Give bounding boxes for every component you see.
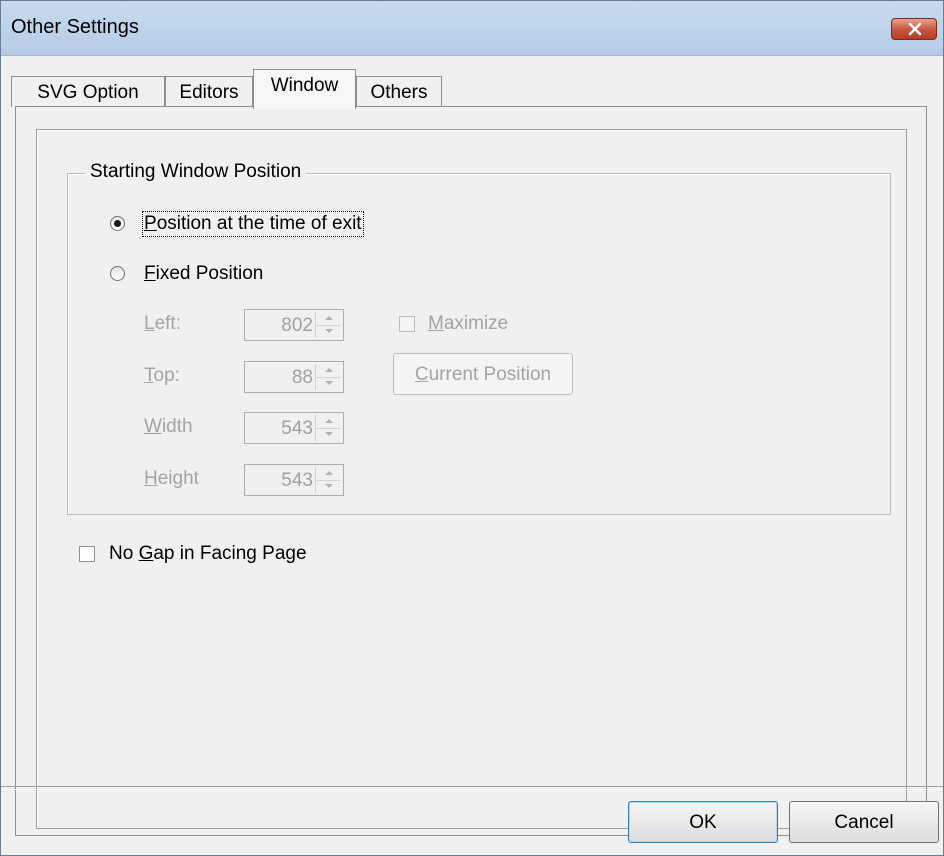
- label-rest: ixed Position: [155, 263, 264, 284]
- label-rest: idth: [161, 416, 193, 437]
- mnemonic-c: C: [414, 364, 429, 385]
- mnemonic-g: G: [138, 543, 154, 564]
- maximize-label: Maximize: [428, 313, 508, 335]
- mnemonic-t: T: [144, 365, 154, 386]
- window-title: Other Settings: [11, 16, 139, 38]
- label-rest: op:: [153, 365, 180, 386]
- radio-position-at-exit-label[interactable]: Position at the time of exit: [142, 211, 364, 237]
- arrow-up-icon: [325, 419, 333, 423]
- no-gap-checkbox[interactable]: [79, 546, 95, 562]
- left-spinbox[interactable]: 802: [244, 309, 344, 341]
- spin-up-button[interactable]: [316, 415, 341, 429]
- spin-up-button[interactable]: [316, 364, 341, 378]
- left-spin-arrows[interactable]: [315, 312, 341, 338]
- arrow-down-icon: [325, 484, 333, 488]
- mnemonic-w: W: [144, 416, 162, 437]
- width-label: Width: [144, 416, 193, 438]
- cancel-button[interactable]: Cancel: [789, 801, 939, 843]
- ok-button[interactable]: OK: [628, 801, 778, 843]
- spin-up-button[interactable]: [316, 312, 341, 326]
- radio-fixed-position[interactable]: [110, 266, 125, 281]
- mnemonic-m: M: [428, 313, 444, 334]
- tab-label: Window: [270, 75, 339, 96]
- close-icon: [908, 22, 922, 36]
- spin-down-button[interactable]: [316, 480, 341, 493]
- mnemonic-l: L: [144, 313, 155, 334]
- height-value: 543: [281, 470, 313, 491]
- top-spin-arrows[interactable]: [315, 364, 341, 390]
- label-rest: aximize: [443, 313, 509, 334]
- title-bar[interactable]: Other Settings: [1, 1, 943, 56]
- width-value: 543: [281, 418, 313, 439]
- arrow-up-icon: [325, 471, 333, 475]
- mnemonic-p: P: [144, 213, 157, 234]
- label-rest: osition at the time of exit: [156, 213, 362, 234]
- radio-selected-dot: [114, 220, 121, 227]
- left-value: 802: [281, 315, 313, 336]
- label-rest: ap in Facing Page: [153, 543, 307, 564]
- label-rest: urrent Position: [428, 364, 552, 385]
- width-spinbox[interactable]: 543: [244, 412, 344, 444]
- no-gap-label[interactable]: No Gap in Facing Page: [109, 543, 307, 565]
- label-start: No: [109, 543, 139, 564]
- arrow-down-icon: [325, 432, 333, 436]
- maximize-checkbox[interactable]: [399, 316, 415, 332]
- radio-fixed-position-label[interactable]: Fixed Position: [144, 263, 263, 285]
- arrow-down-icon: [325, 381, 333, 385]
- tab-window[interactable]: Window: [253, 69, 356, 109]
- width-spin-arrows[interactable]: [315, 415, 341, 441]
- arrow-down-icon: [325, 329, 333, 333]
- spin-down-button[interactable]: [316, 428, 341, 441]
- tab-label: Others: [370, 82, 428, 103]
- spin-up-button[interactable]: [316, 467, 341, 481]
- height-label: Height: [144, 468, 199, 490]
- top-value: 88: [291, 367, 313, 388]
- tab-svg-option[interactable]: SVG Option: [11, 76, 165, 107]
- mnemonic-h: H: [144, 468, 158, 489]
- label-rest: eight: [157, 468, 199, 489]
- mnemonic-f: F: [144, 263, 156, 284]
- spin-down-button[interactable]: [316, 377, 341, 390]
- tab-others[interactable]: Others: [356, 76, 442, 107]
- current-position-button[interactable]: Current Position: [393, 353, 573, 395]
- height-spin-arrows[interactable]: [315, 467, 341, 493]
- radio-position-at-exit[interactable]: [110, 216, 125, 231]
- group-label: Starting Window Position: [85, 161, 307, 183]
- left-label: Left:: [144, 313, 181, 335]
- tab-label: Editors: [179, 82, 239, 103]
- arrow-up-icon: [325, 316, 333, 320]
- bottom-separator: [1, 786, 943, 790]
- height-spinbox[interactable]: 543: [244, 464, 344, 496]
- spin-down-button[interactable]: [316, 325, 341, 338]
- arrow-up-icon: [325, 368, 333, 372]
- top-spinbox[interactable]: 88: [244, 361, 344, 393]
- tab-label: SVG Option: [37, 82, 139, 103]
- label-rest: eft:: [154, 313, 181, 334]
- top-label: Top:: [144, 365, 180, 387]
- close-button[interactable]: [891, 18, 937, 40]
- dialog-window: Other Settings SVG Option Editors Window…: [0, 0, 944, 856]
- tab-editors[interactable]: Editors: [165, 76, 253, 107]
